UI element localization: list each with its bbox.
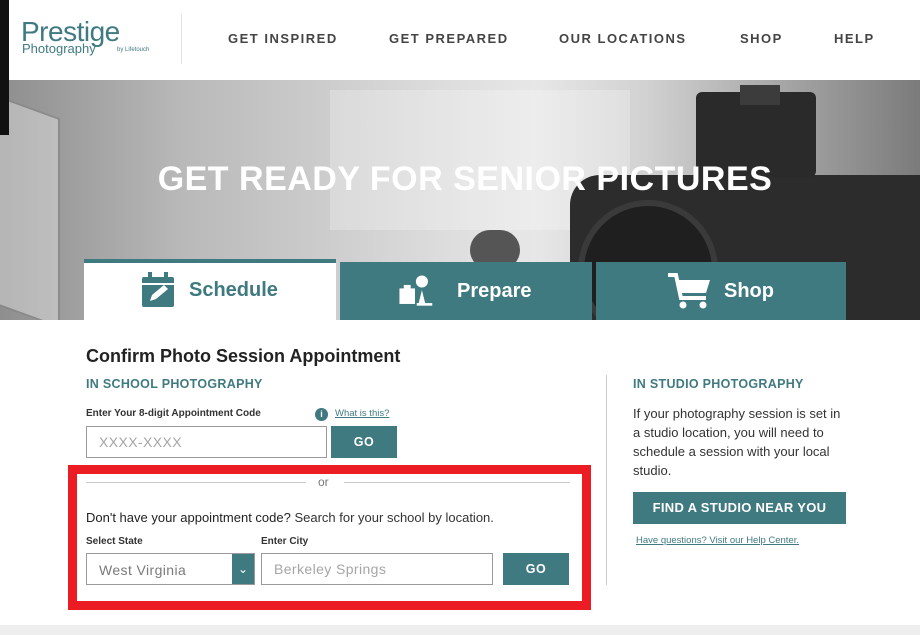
prestige-logo[interactable]: Prestige Photography by Lifetouch — [21, 18, 181, 63]
logo-subtitle: Photography — [22, 41, 96, 56]
props-icon — [399, 275, 433, 306]
nav-our-locations[interactable]: OUR LOCATIONS — [559, 31, 687, 46]
tab-prepare-label: Prepare — [457, 280, 532, 302]
appointment-code-input[interactable] — [86, 426, 327, 458]
appointment-code-label: Enter Your 8-digit Appointment Code — [86, 408, 261, 419]
in-school-heading: IN SCHOOL PHOTOGRAPHY — [86, 377, 263, 391]
help-center-link[interactable]: Have questions? Visit our Help Center. — [636, 535, 799, 546]
what-is-this-link[interactable]: What is this? — [335, 408, 389, 419]
tab-shop[interactable]: Shop — [596, 262, 846, 320]
nav-get-prepared[interactable]: GET PREPARED — [389, 31, 509, 46]
footer-strip — [0, 625, 920, 635]
tab-schedule[interactable]: Schedule — [84, 259, 336, 320]
nav-shop[interactable]: SHOP — [740, 31, 783, 46]
info-icon[interactable]: i — [315, 408, 328, 421]
header-divider — [181, 14, 182, 64]
find-studio-button[interactable]: FIND A STUDIO NEAR YOU — [633, 492, 846, 524]
studio-description: If your photography session is set in a … — [633, 406, 841, 478]
code-go-button[interactable]: GO — [331, 426, 397, 458]
site-header: Prestige Photography by Lifetouch GET IN… — [0, 0, 920, 80]
column-divider — [606, 375, 607, 585]
tab-schedule-label: Schedule — [189, 279, 278, 301]
calendar-edit-icon — [142, 272, 174, 307]
nav-help[interactable]: HELP — [834, 31, 875, 46]
hero-softbox-decoration — [0, 81, 60, 320]
nav-get-inspired[interactable]: GET INSPIRED — [228, 31, 338, 46]
tab-shop-label: Shop — [724, 280, 774, 302]
cart-icon — [668, 273, 710, 309]
screen-edge — [0, 0, 9, 135]
logo-byline: by Lifetouch — [117, 47, 150, 53]
tab-prepare[interactable]: Prepare — [340, 262, 592, 320]
highlight-box — [68, 465, 591, 610]
in-studio-heading: IN STUDIO PHOTOGRAPHY — [633, 377, 804, 391]
hero-flash-head — [740, 85, 780, 105]
hero-title: GET READY FOR SENIOR PICTURES — [157, 160, 773, 198]
page-title: Confirm Photo Session Appointment — [86, 346, 401, 366]
